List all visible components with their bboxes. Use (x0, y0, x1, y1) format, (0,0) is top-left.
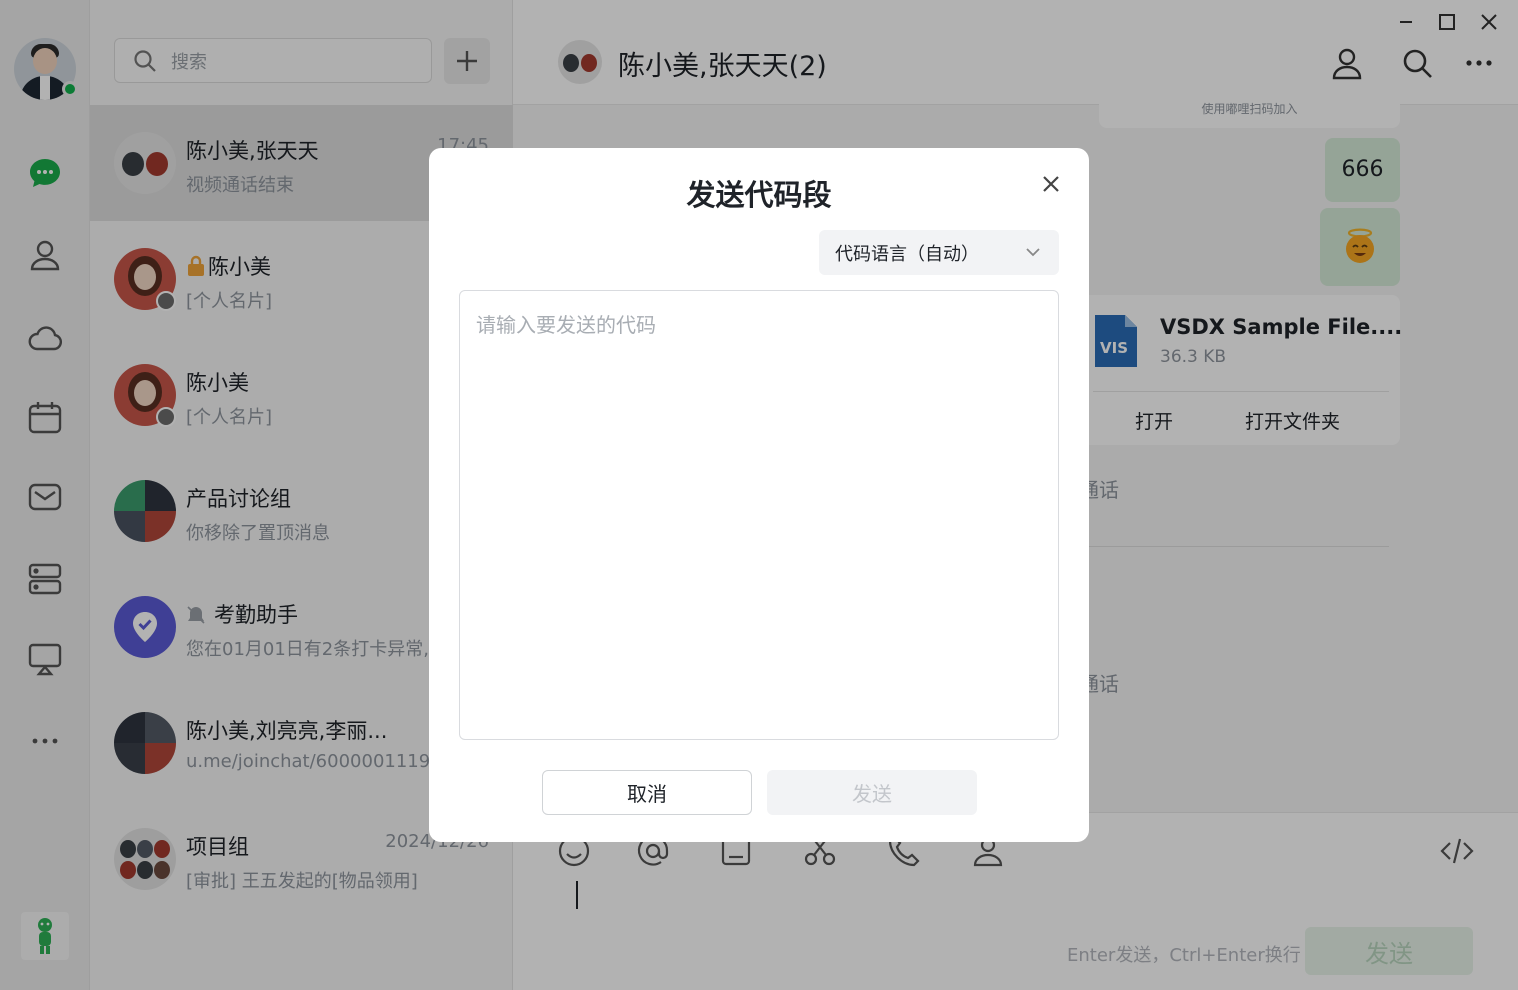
dialog-close-button[interactable] (1037, 170, 1065, 198)
cancel-button[interactable]: 取消 (542, 770, 752, 815)
code-language-value: 代码语言（自动） (835, 243, 979, 265)
send-code-dialog: 发送代码段 代码语言（自动） 取消 发送 (429, 148, 1089, 842)
close-icon (1043, 176, 1059, 192)
dialog-title: 发送代码段 (686, 178, 832, 212)
send-button[interactable]: 发送 (767, 770, 977, 815)
code-language-select[interactable]: 代码语言（自动） (819, 230, 1059, 275)
code-input[interactable] (459, 290, 1059, 740)
chevron-down-icon (1026, 248, 1040, 257)
